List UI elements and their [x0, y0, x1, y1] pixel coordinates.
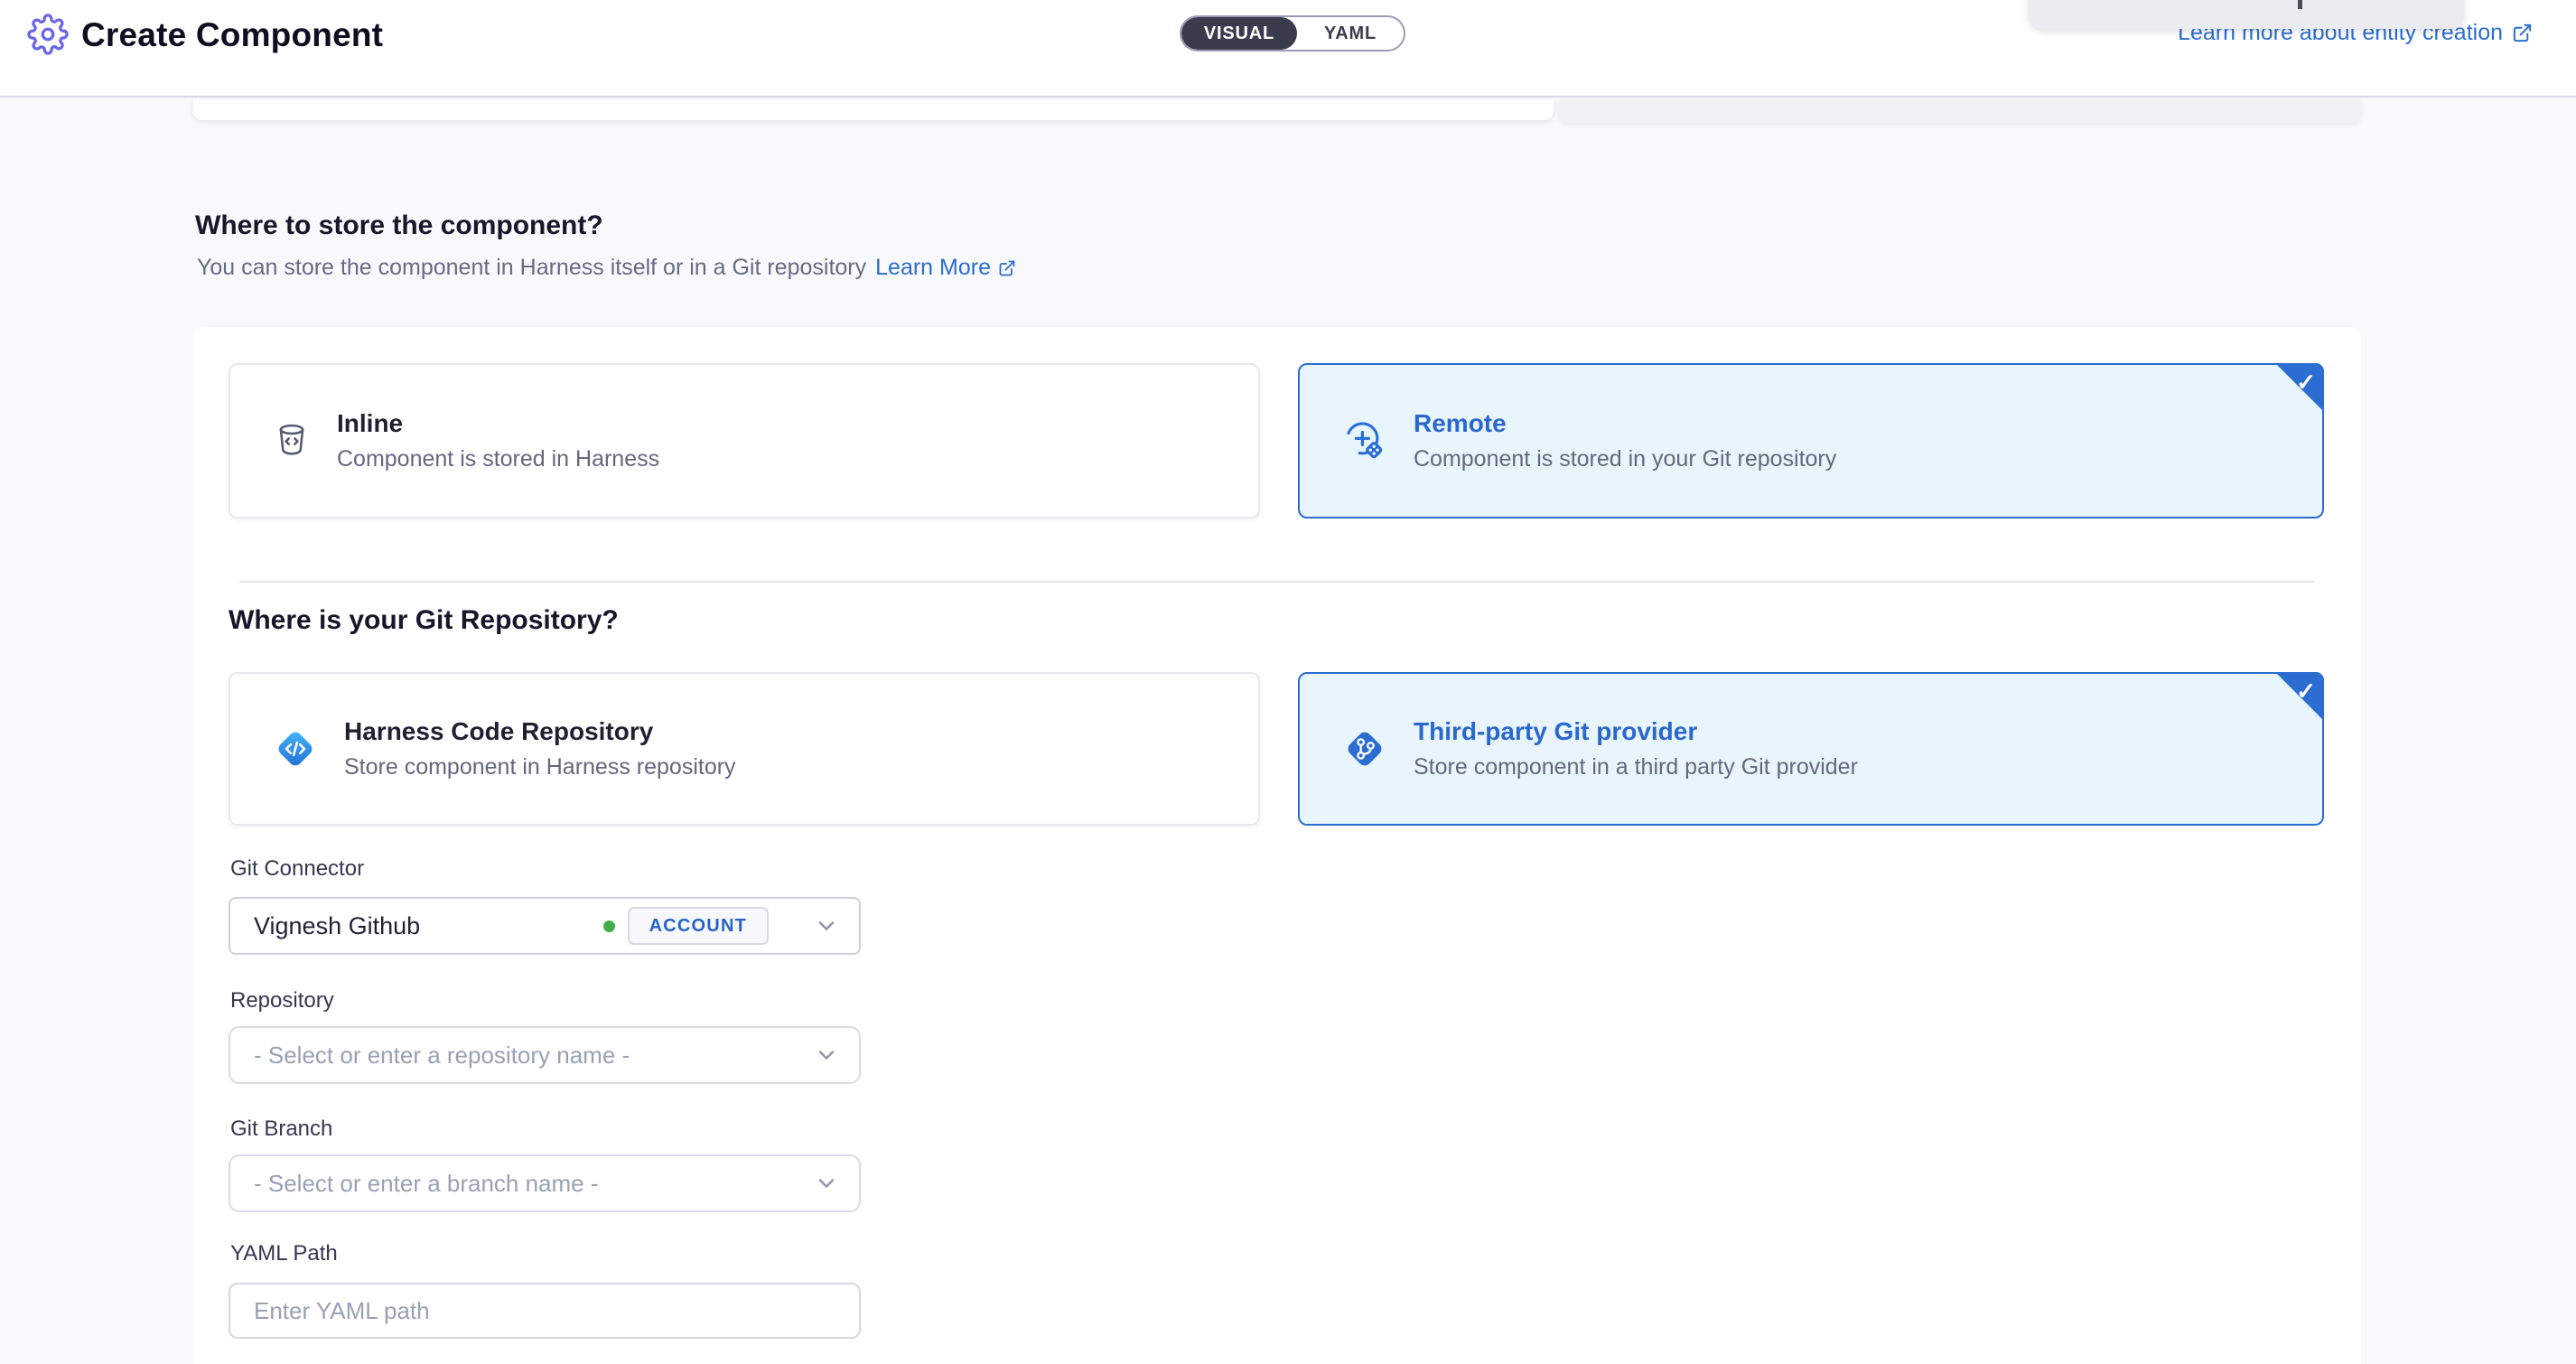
git-provider-icon [1341, 725, 1388, 772]
page-title: Create Component [81, 16, 383, 54]
git-connector-label: Git Connector [230, 856, 364, 882]
option-card-text: Harness Code Repository Store component … [344, 717, 736, 780]
yaml-path-label: YAML Path [230, 1241, 338, 1266]
option-title: Inline [337, 409, 659, 438]
learn-more-label: Learn More [875, 255, 991, 281]
option-card-remote[interactable]: Remote Component is stored in your Git r… [1298, 363, 2324, 519]
option-card-text: Remote Component is stored in your Git r… [1414, 409, 1836, 472]
tab-visual[interactable]: VISUAL [1181, 17, 1297, 50]
git-connector-meta: ACCOUNT [603, 907, 769, 945]
option-card-text: Third-party Git provider Store component… [1414, 717, 1858, 780]
learn-more-link[interactable]: Learn More [875, 255, 1016, 281]
repository-placeholder: - Select or enter a repository name - [254, 1042, 630, 1070]
option-title: Harness Code Repository [344, 717, 736, 746]
chevron-down-icon[interactable] [814, 1042, 839, 1068]
yaml-path-input[interactable] [229, 1283, 861, 1339]
visual-yaml-toggle: VISUAL YAML [1180, 15, 1405, 51]
git-branch-select[interactable]: - Select or enter a branch name - [229, 1154, 861, 1212]
git-branch-placeholder: - Select or enter a branch name - [254, 1170, 599, 1198]
code-repo-icon [272, 725, 319, 772]
git-branch-label: Git Branch [230, 1116, 332, 1142]
scope-badge: ACCOUNT [628, 907, 769, 945]
store-description-text: You can store the component in Harness i… [197, 255, 866, 281]
page-header: Create Component VISUAL YAML Learn more … [0, 0, 2576, 98]
option-subtitle: Store component in Harness repository [344, 754, 736, 780]
option-card-inline[interactable]: Inline Component is stored in Harness [229, 363, 1260, 519]
repository-select[interactable]: - Select or enter a repository name - [229, 1026, 861, 1084]
check-icon: ✓ [2296, 369, 2316, 397]
scrolled-side-panel-bottom [1559, 99, 2361, 123]
repo-section-heading: Where is your Git Repository? [229, 605, 619, 636]
option-subtitle: Component is stored in Harness [337, 446, 659, 472]
status-dot [603, 920, 615, 932]
external-link-icon [2512, 23, 2533, 43]
clipped-toast [2029, 0, 2464, 29]
option-subtitle: Store component in a third party Git pro… [1414, 754, 1858, 780]
option-card-thirdparty-git[interactable]: Third-party Git provider Store component… [1298, 672, 2324, 826]
database-icon [272, 419, 312, 462]
remote-icon [1341, 417, 1388, 464]
check-icon: ✓ [2296, 677, 2316, 705]
option-title: Third-party Git provider [1414, 717, 1858, 746]
repository-label: Repository [230, 988, 334, 1014]
option-card-harness-code[interactable]: Harness Code Repository Store component … [229, 672, 1260, 826]
git-connector-value: Vignesh Github [254, 912, 420, 940]
section-divider [239, 581, 2315, 583]
option-subtitle: Component is stored in your Git reposito… [1414, 446, 1836, 472]
gear-icon [27, 14, 69, 55]
create-component-page: { "header": { "title": "Create Component… [0, 0, 2576, 1364]
chevron-down-icon[interactable] [814, 1171, 839, 1196]
scrolled-form-card-bottom [193, 99, 1554, 120]
git-connector-select[interactable]: Vignesh Github ACCOUNT [229, 897, 861, 955]
chevron-down-icon[interactable] [814, 913, 839, 939]
option-card-text: Inline Component is stored in Harness [337, 409, 659, 472]
store-section-heading: Where to store the component? [195, 210, 603, 241]
store-section-description: You can store the component in Harness i… [197, 255, 1016, 281]
tab-yaml[interactable]: YAML [1297, 17, 1404, 50]
option-title: Remote [1414, 409, 1836, 438]
external-link-icon [998, 259, 1016, 277]
toast-sliver [2298, 0, 2302, 9]
